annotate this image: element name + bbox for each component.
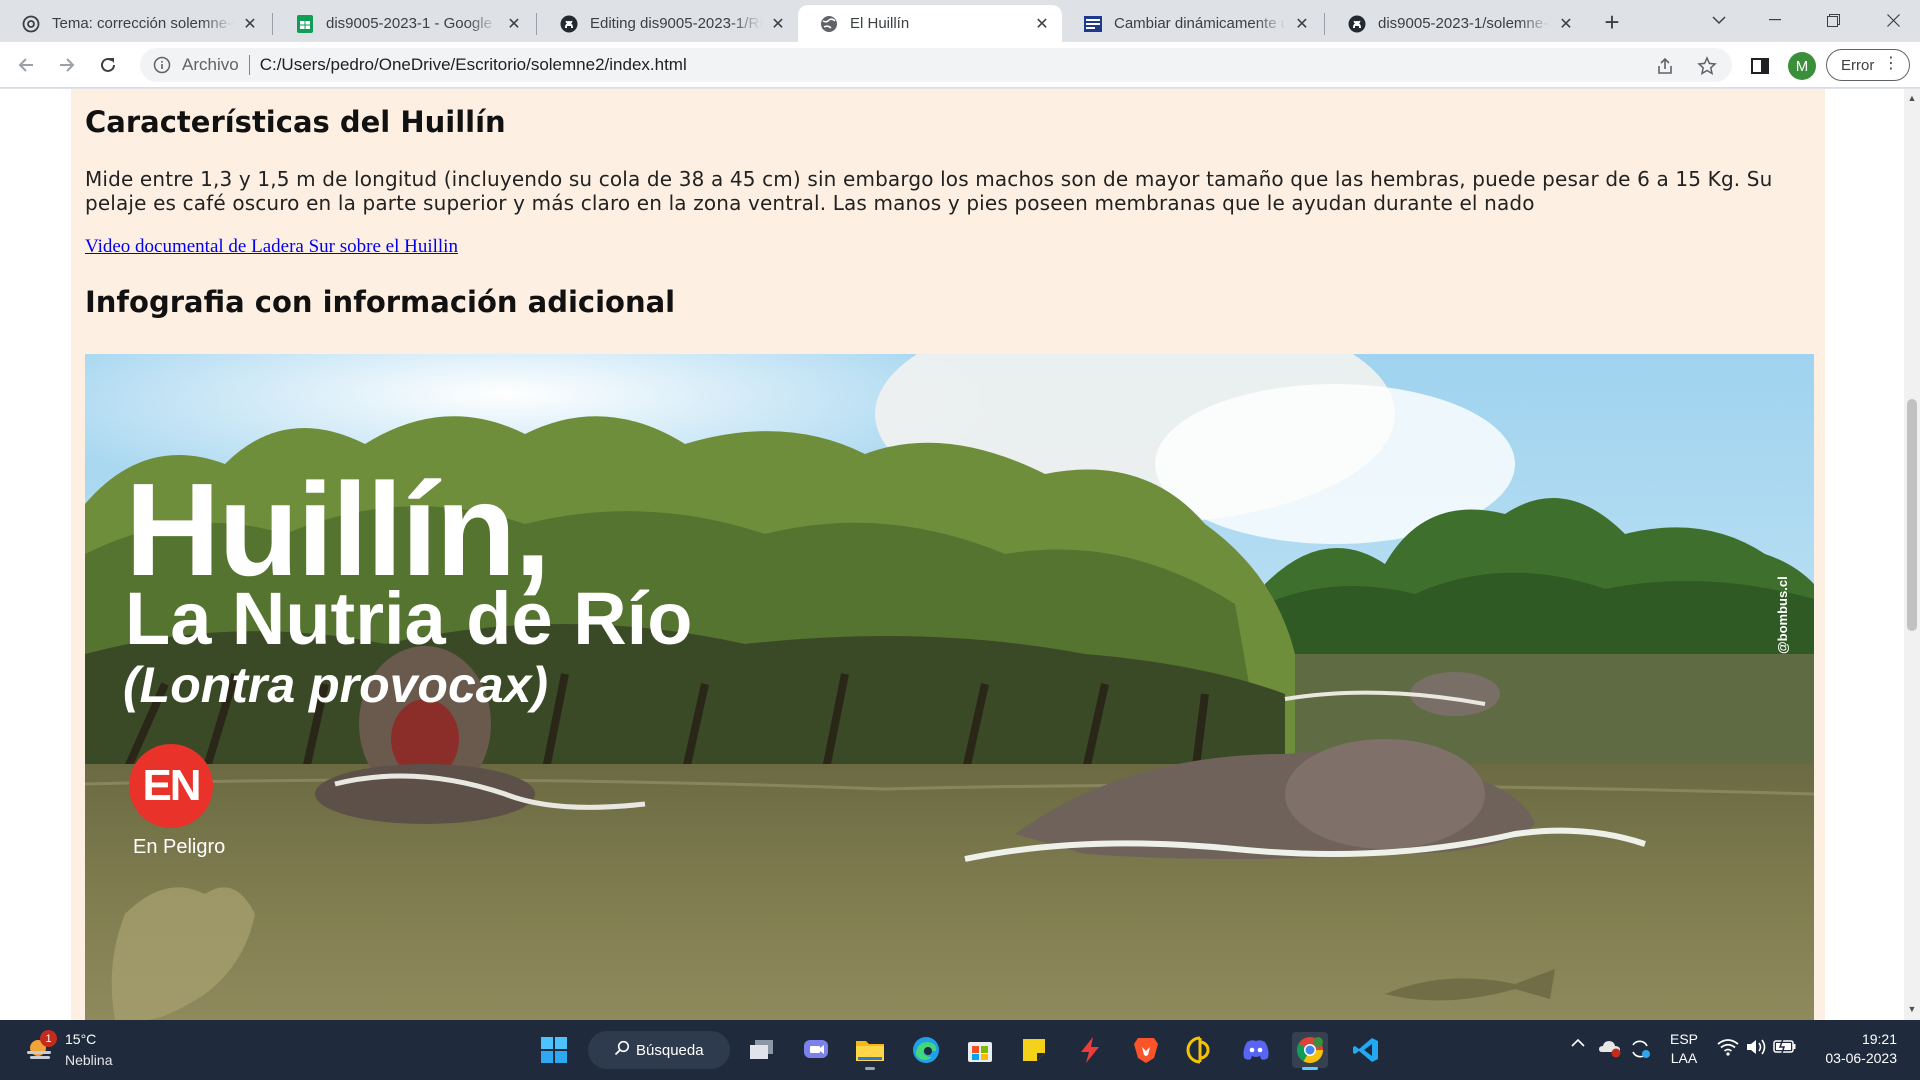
reload-button[interactable]: [92, 49, 124, 81]
discord-icon[interactable]: [1238, 1032, 1274, 1068]
close-icon[interactable]: ✕: [1292, 14, 1312, 34]
profile-avatar[interactable]: M: [1788, 52, 1816, 80]
notification-badge: 1: [40, 1030, 57, 1047]
tab-google-drive[interactable]: dis9005-2023-1 - Google Drive ✕: [274, 5, 534, 42]
scroll-thumb[interactable]: [1907, 399, 1917, 631]
tab-solemne-02[interactable]: dis9005-2023-1/solemne-02 ✕: [1326, 5, 1586, 42]
start-windows-icon[interactable]: [536, 1032, 572, 1068]
onedrive-error-icon[interactable]: [1598, 1038, 1622, 1058]
back-button[interactable]: [10, 49, 42, 81]
input-language[interactable]: ESP LAA: [1670, 1030, 1698, 1068]
tab-title: Editing dis9005-2023-1/README: [590, 15, 762, 32]
github-icon: [1348, 15, 1366, 33]
taskbar-search[interactable]: Búsqueda: [588, 1031, 730, 1069]
system-clock[interactable]: 19:21 03-06-2023: [1815, 1030, 1897, 1068]
scroll-down-icon[interactable]: ▼: [1907, 1004, 1917, 1014]
search-icon: [614, 1040, 630, 1060]
description-paragraph: Mide entre 1,3 y 1,5 m de longitud (incl…: [85, 167, 1773, 215]
page-content: Características del Huillín Mide entre 1…: [71, 89, 1825, 1020]
close-icon[interactable]: ✕: [504, 14, 524, 34]
page-viewport: Características del Huillín Mide entre 1…: [0, 89, 1904, 1020]
weather-temperature: 15°C: [65, 1031, 97, 1047]
battery-icon[interactable]: [1772, 1038, 1798, 1054]
task-view-icon[interactable]: [744, 1032, 780, 1068]
close-icon[interactable]: ✕: [240, 14, 260, 34]
stack-icon: [1084, 15, 1102, 33]
restore-button[interactable]: [1810, 0, 1856, 40]
tab-correccion[interactable]: Tema: corrección solemne-02 ✕: [0, 5, 270, 42]
clock-date: 03-06-2023: [1825, 1050, 1897, 1066]
show-hidden-icons-chevron-icon[interactable]: [1568, 1038, 1588, 1048]
audio-app-icon[interactable]: [1182, 1032, 1218, 1068]
tab-title: Tema: corrección solemne-02: [52, 15, 234, 32]
url-text[interactable]: C:/Users/pedro/OneDrive/Escritorio/solem…: [260, 55, 687, 75]
tab-separator: [1324, 13, 1325, 35]
infographic-image: Huillín, La Nutria de Río (Lontra provoc…: [85, 354, 1814, 1020]
side-panel-icon[interactable]: [1748, 54, 1772, 78]
browser-toolbar: Archivo C:/Users/pedro/OneDrive/Escritor…: [0, 42, 1920, 88]
close-icon[interactable]: ✕: [1556, 14, 1576, 34]
search-label: Búsqueda: [636, 1041, 704, 1059]
at-sign-icon: [22, 15, 40, 33]
sync-icon[interactable]: [1628, 1038, 1652, 1060]
more-vert-icon[interactable]: ⋮: [1883, 55, 1899, 73]
infographic-subtitle: La Nutria de Río: [125, 577, 693, 660]
sticky-notes-icon[interactable]: [1016, 1032, 1052, 1068]
error-label: Error: [1841, 56, 1875, 74]
tab-editing-readme[interactable]: Editing dis9005-2023-1/README ✕: [538, 5, 798, 42]
tab-title: dis9005-2023-1/solemne-02: [1378, 15, 1550, 32]
vscode-icon[interactable]: [1348, 1032, 1384, 1068]
documentary-link[interactable]: Video documental de Ladera Sur sobre el …: [85, 236, 458, 258]
address-bar[interactable]: Archivo C:/Users/pedro/OneDrive/Escritor…: [140, 48, 1732, 82]
scroll-up-icon[interactable]: ▲: [1907, 93, 1917, 103]
scheme-label: Archivo: [182, 55, 239, 74]
brave-browser-icon[interactable]: [1128, 1032, 1164, 1068]
close-icon[interactable]: ✕: [1032, 14, 1052, 34]
error-button[interactable]: Error ⋮: [1826, 49, 1910, 81]
globe-icon: [820, 15, 838, 33]
volume-icon[interactable]: [1744, 1038, 1768, 1056]
close-icon[interactable]: ✕: [768, 14, 788, 34]
tab-el-huillin[interactable]: El Huillín ✕: [798, 5, 1062, 42]
windows-taskbar: 1 15°C Neblina Búsqueda ESP LAA 19:21 03…: [0, 1020, 1920, 1080]
share-icon[interactable]: [1654, 55, 1676, 77]
weather-description: Neblina: [65, 1052, 113, 1068]
microsoft-store-icon[interactable]: [962, 1032, 998, 1068]
heading-caracteristicas: Características del Huillín: [85, 105, 506, 139]
file-explorer-icon[interactable]: [852, 1032, 888, 1070]
image-credit: @bombus.cl: [1775, 576, 1790, 654]
divider: [248, 55, 250, 75]
tab-separator: [536, 13, 537, 35]
conservation-badge: EN: [129, 744, 213, 828]
tab-cambiar-imagen[interactable]: Cambiar dinámicamente una imagen ✕: [1062, 5, 1322, 42]
github-icon: [560, 15, 578, 33]
google-sheets-icon: [296, 14, 314, 33]
teams-chat-icon[interactable]: [798, 1032, 834, 1068]
tab-title: dis9005-2023-1 - Google Drive: [326, 15, 498, 32]
vertical-scrollbar[interactable]: ▲ ▼: [1904, 89, 1920, 1020]
forward-button[interactable]: [51, 49, 83, 81]
info-icon[interactable]: [152, 55, 172, 75]
tab-title: Cambiar dinámicamente una imagen: [1114, 15, 1286, 32]
language-code: ESP: [1670, 1031, 1699, 1047]
bookmark-star-icon[interactable]: [1696, 55, 1718, 77]
new-tab-button[interactable]: +: [1598, 7, 1626, 37]
chrome-browser-icon[interactable]: [1292, 1032, 1328, 1070]
minimize-button[interactable]: [1752, 0, 1798, 40]
conservation-status: En Peligro: [133, 836, 226, 858]
close-window-button[interactable]: [1870, 0, 1916, 40]
tab-strip: Tema: corrección solemne-02 ✕ dis9005-20…: [0, 0, 1920, 42]
heading-infografia: Infografia con información adicional: [85, 285, 676, 319]
running-indicator: [865, 1067, 875, 1070]
infographic-scientific-name: (Lontra provocax): [123, 657, 549, 713]
tab-title: El Huillín: [850, 15, 910, 32]
lightning-app-icon[interactable]: [1072, 1032, 1108, 1068]
active-indicator: [1302, 1067, 1318, 1070]
clock-time: 19:21: [1861, 1031, 1897, 1047]
edge-browser-icon[interactable]: [908, 1032, 944, 1068]
tab-separator: [272, 13, 273, 35]
wifi-icon[interactable]: [1716, 1038, 1740, 1056]
keyboard-layout: LAA: [1670, 1050, 1698, 1066]
chevron-down-icon[interactable]: [1696, 0, 1742, 40]
